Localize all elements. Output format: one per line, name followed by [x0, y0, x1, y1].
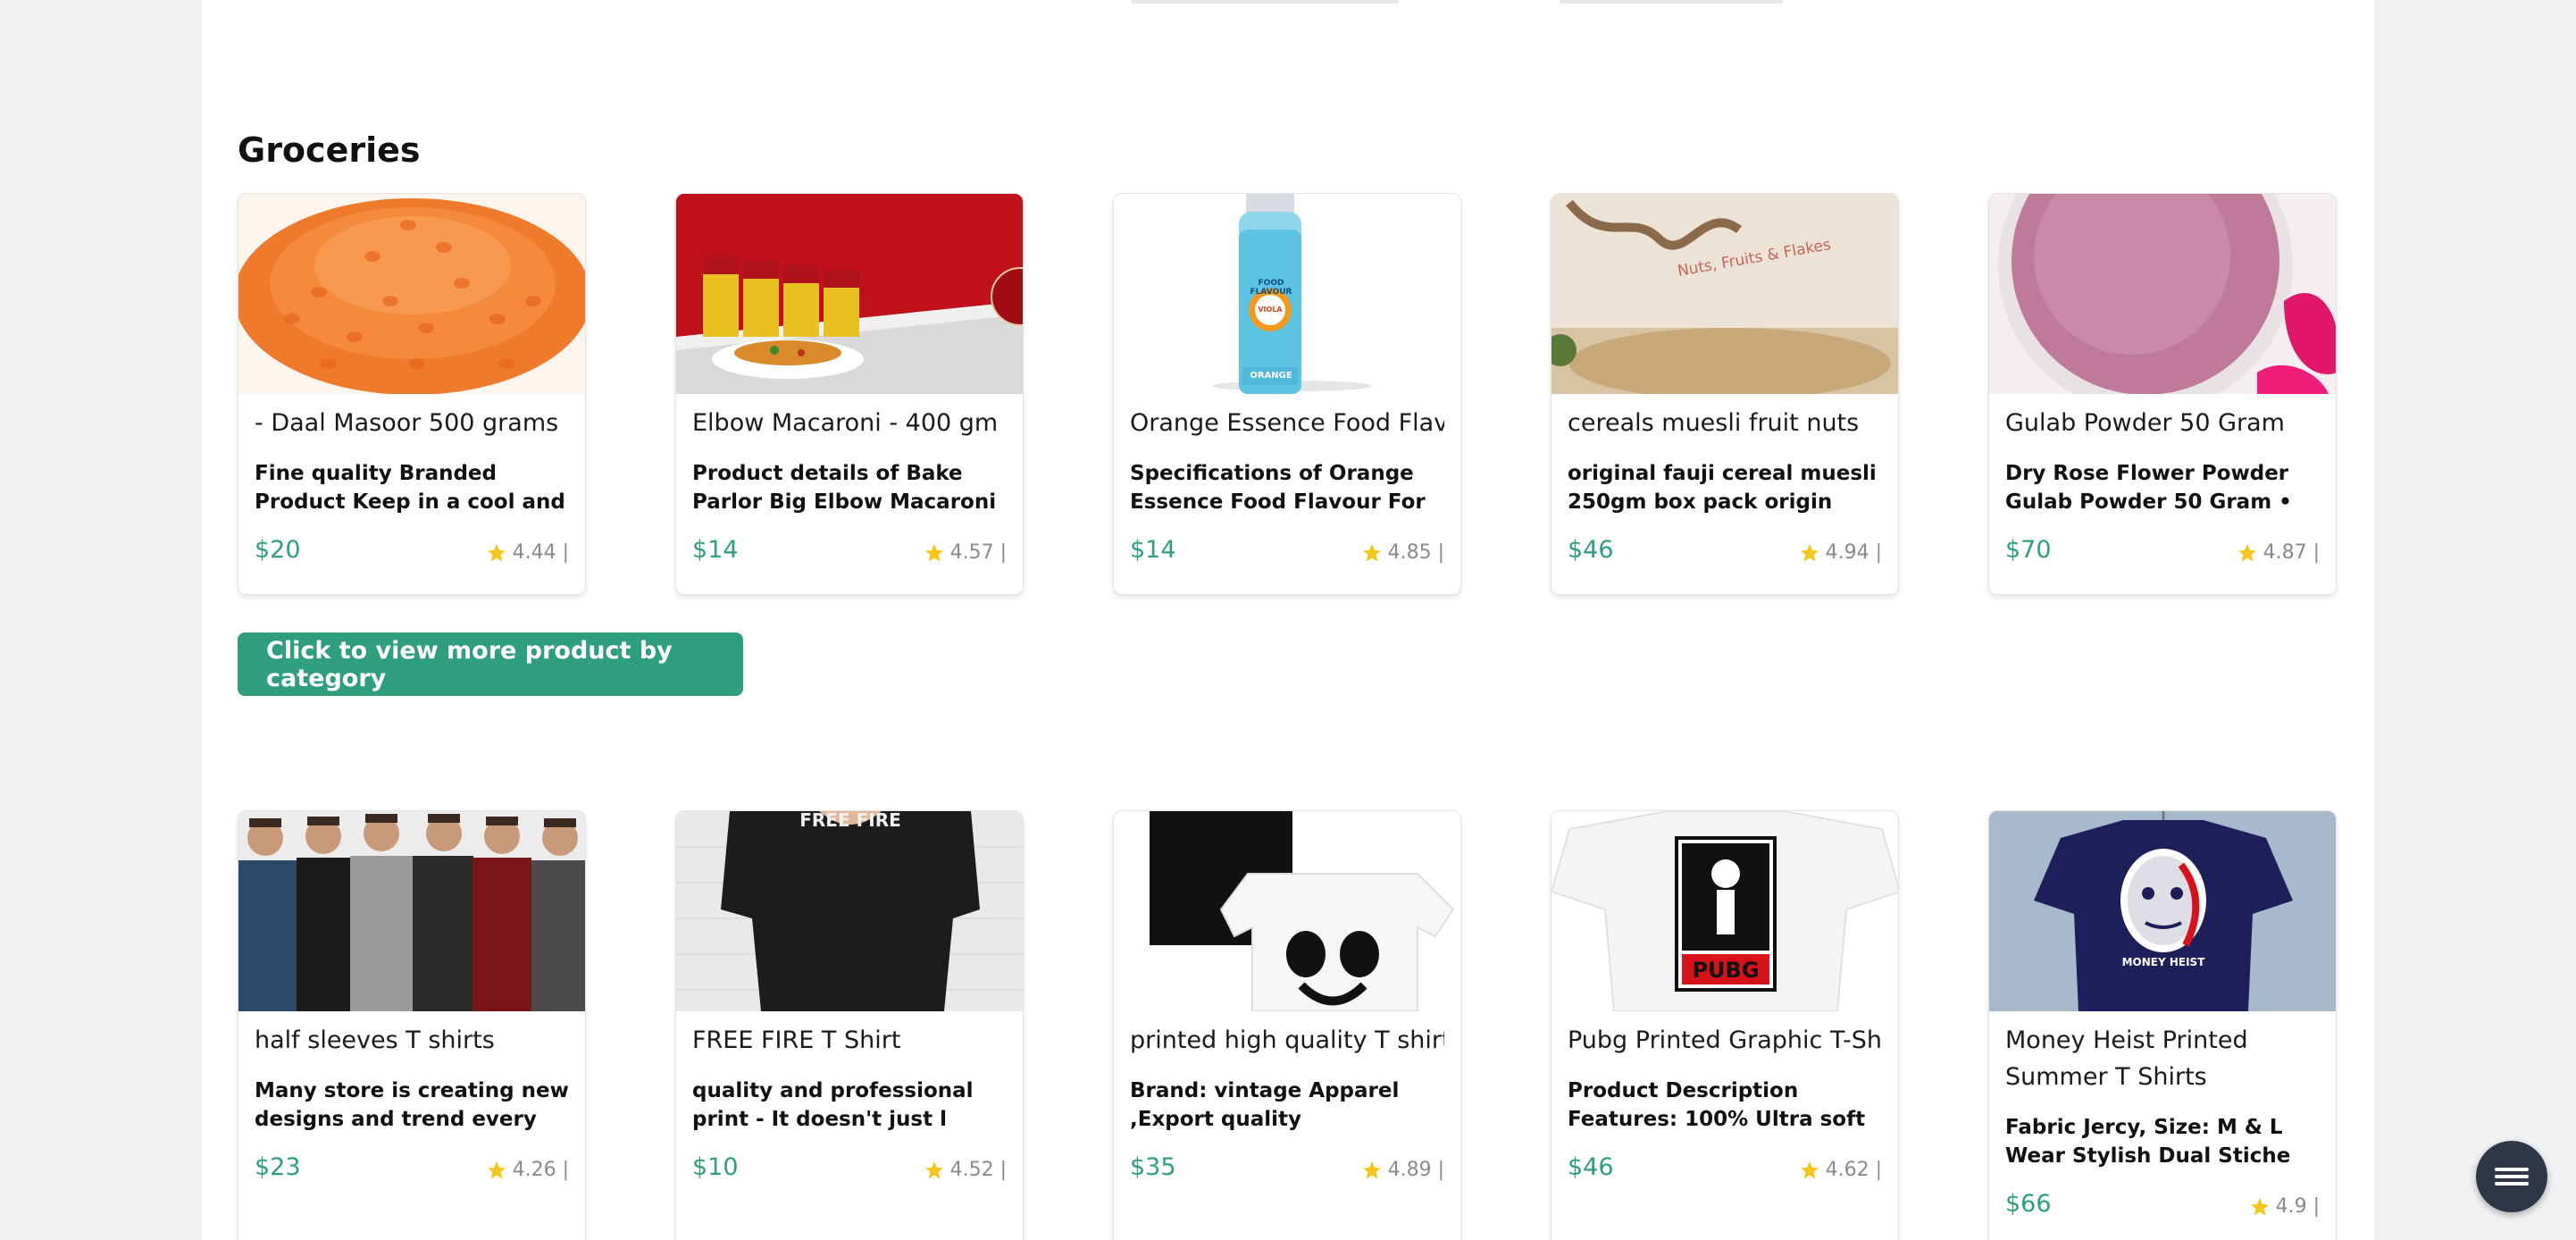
- product-card[interactable]: MONEY HEIST Money Heist Printed Summer T…: [1988, 810, 2337, 1240]
- product-name[interactable]: Gulab Powder 50 Gram: [2005, 405, 2320, 441]
- product-name[interactable]: - Daal Masoor 500 grams: [255, 405, 569, 441]
- product-description: Specifications of Orange Essence Food Fl…: [1130, 462, 1426, 514]
- section-title-groceries: Groceries: [238, 130, 421, 170]
- product-name[interactable]: half sleeves T shirts: [255, 1022, 569, 1059]
- product-name[interactable]: FREE FIRE T Shirt: [692, 1022, 1007, 1059]
- product-card[interactable]: half sleeves T shirts Many store is crea…: [238, 810, 586, 1240]
- product-card[interactable]: - Daal Masoor 500 grams Fine quality Bra…: [238, 193, 586, 595]
- bottle-flavor-text: ORANGE: [1250, 371, 1292, 381]
- product-card[interactable]: FREE FIRE FREE FIRE T Shirt quality and …: [675, 810, 1024, 1240]
- rating-value: 4.87 |: [2262, 541, 2320, 564]
- product-name[interactable]: Pubg Printed Graphic T-Shirt: [1568, 1022, 1882, 1059]
- page-container: Groceries - Daal Masoor 500 grams Fine q…: [202, 0, 2374, 1240]
- product-price: $20: [255, 536, 301, 564]
- rating-value: 4.94 |: [1825, 541, 1882, 564]
- star-icon: [2237, 543, 2256, 561]
- product-card[interactable]: Elbow Macaroni - 400 gm Product details …: [675, 193, 1024, 595]
- product-description: Fine quality Branded Product Keep in a c…: [255, 462, 565, 514]
- shirt-print-text: MONEY HEIST: [2121, 956, 2205, 968]
- star-icon: [487, 543, 506, 561]
- bottle-brand-text: VIOLA: [1258, 306, 1283, 314]
- product-name[interactable]: Money Heist Printed Summer T Shirts: [2005, 1022, 2320, 1095]
- product-rating: 4.94 |: [1799, 541, 1882, 564]
- star-icon: [2250, 1197, 2269, 1215]
- product-description: Fabric Jercy, Size: M & L Wear Stylish D…: [2005, 1116, 2291, 1168]
- scrolled-content-remnant: [1560, 0, 1783, 4]
- view-more-category-button[interactable]: Click to view more product by category: [238, 633, 743, 696]
- product-description: Product Description Features: 100% Ultra…: [1568, 1079, 1866, 1131]
- product-description: quality and professional print - It does…: [692, 1079, 974, 1131]
- product-card[interactable]: FOOD FLAVOUR VIOLA ORANGE Orange Essence…: [1113, 193, 1461, 595]
- star-icon: [1800, 543, 1819, 561]
- star-icon: [487, 1160, 506, 1178]
- product-description: Brand: vintage Apparel ,Export quality: [1130, 1079, 1400, 1131]
- product-price: $35: [1130, 1153, 1176, 1181]
- product-card[interactable]: Nuts, Fruits & Flakes cereals muesli fru…: [1551, 193, 1899, 595]
- star-icon: [924, 543, 943, 561]
- rating-value: 4.9 |: [2275, 1195, 2320, 1218]
- product-description: Product details of Bake Parlor Big Elbow…: [692, 462, 997, 514]
- product-image-macaroni[interactable]: [676, 194, 1023, 394]
- product-image-essence-bottle[interactable]: FOOD FLAVOUR VIOLA ORANGE: [1114, 194, 1460, 394]
- scrolled-content-remnant: [1131, 0, 1399, 4]
- product-image-freefire-shirt[interactable]: FREE FIRE: [676, 811, 1023, 1011]
- rating-value: 4.62 |: [1825, 1159, 1882, 1181]
- star-icon: [924, 1160, 943, 1178]
- rating-value: 4.52 |: [949, 1159, 1007, 1181]
- product-price: $46: [1568, 1153, 1614, 1181]
- product-name[interactable]: cereals muesli fruit nuts: [1568, 405, 1882, 441]
- bottle-label-text: FOOD FLAVOUR: [1250, 279, 1292, 297]
- product-name[interactable]: Orange Essence Food Flavou: [1130, 405, 1444, 441]
- product-rating: 4.89 |: [1361, 1159, 1444, 1181]
- hamburger-menu-icon: [2495, 1164, 2529, 1189]
- star-icon: [1800, 1160, 1819, 1178]
- shirt-print-text: FREE FIRE: [799, 811, 901, 831]
- product-image-lentils[interactable]: [238, 194, 585, 394]
- rating-value: 4.57 |: [949, 541, 1007, 564]
- product-description: Dry Rose Flower Powder Gulab Powder 50 G…: [2005, 462, 2292, 514]
- product-price: $14: [692, 536, 739, 564]
- product-image-moneyheist-shirt[interactable]: MONEY HEIST: [1989, 811, 2336, 1011]
- product-price: $66: [2005, 1190, 2052, 1218]
- product-card[interactable]: printed high quality T shirts Brand: vin…: [1113, 810, 1461, 1240]
- product-price: $70: [2005, 536, 2052, 564]
- product-price: $10: [692, 1153, 739, 1181]
- star-icon: [1362, 543, 1381, 561]
- product-description: Many store is creating new designs and t…: [255, 1079, 569, 1131]
- product-card[interactable]: Gulab Powder 50 Gram Dry Rose Flower Pow…: [1988, 193, 2337, 595]
- product-image-marshmello-shirts[interactable]: [1114, 811, 1460, 1011]
- product-image-pubg-shirt[interactable]: PUBG: [1551, 811, 1898, 1011]
- product-price: $46: [1568, 536, 1614, 564]
- star-icon: [1362, 1160, 1381, 1178]
- rating-value: 4.89 |: [1387, 1159, 1444, 1181]
- product-rating: 4.62 |: [1799, 1159, 1882, 1181]
- menu-fab-button[interactable]: [2476, 1141, 2547, 1212]
- product-rating: 4.87 |: [2237, 541, 2320, 564]
- product-rating: 4.26 |: [486, 1159, 569, 1181]
- rating-value: 4.44 |: [512, 541, 569, 564]
- shirt-print-text: PUBG: [1692, 958, 1760, 983]
- product-image-tshirt-models[interactable]: [238, 811, 585, 1011]
- rating-value: 4.26 |: [512, 1159, 569, 1181]
- product-name[interactable]: Elbow Macaroni - 400 gm: [692, 405, 1007, 441]
- product-name[interactable]: printed high quality T shirts: [1130, 1022, 1444, 1059]
- product-price: $14: [1130, 536, 1176, 564]
- product-rating: 4.44 |: [486, 541, 569, 564]
- product-image-muesli-box[interactable]: Nuts, Fruits & Flakes: [1551, 194, 1898, 394]
- product-price: $23: [255, 1153, 301, 1181]
- product-rating: 4.52 |: [924, 1159, 1007, 1181]
- product-rating: 4.9 |: [2249, 1195, 2320, 1218]
- rating-value: 4.85 |: [1387, 541, 1444, 564]
- product-rating: 4.85 |: [1361, 541, 1444, 564]
- product-description: original fauji cereal muesli 250gm box p…: [1568, 462, 1877, 514]
- product-rating: 4.57 |: [924, 541, 1007, 564]
- product-image-rose-powder[interactable]: [1989, 194, 2336, 394]
- product-card[interactable]: PUBG Pubg Printed Graphic T-Shirt Produc…: [1551, 810, 1899, 1240]
